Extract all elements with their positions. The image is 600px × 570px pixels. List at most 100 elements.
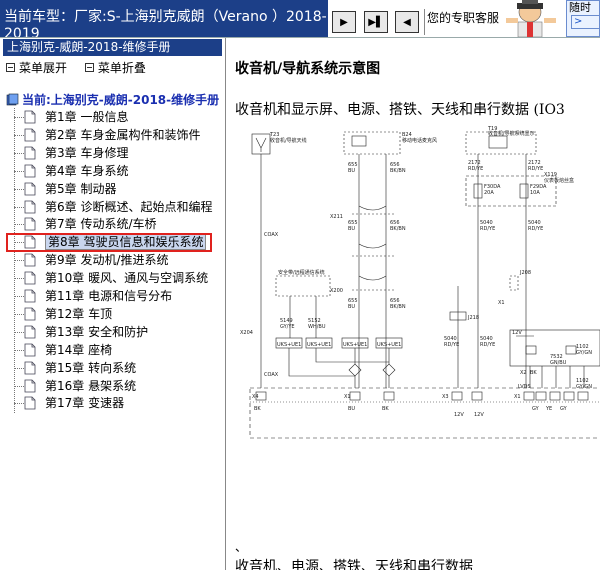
diagram-text-w656b-c: BK/BN <box>390 226 406 232</box>
fast-forward-icon: ▶▌ <box>368 16 384 28</box>
chapter-item[interactable]: 第2章 车身金属构件和装饰件 <box>14 126 200 144</box>
diagram-text-x1c: X1 <box>514 394 521 400</box>
tree-connector <box>14 260 24 262</box>
chapter-item[interactable]: 第17章 变速器 <box>14 394 124 412</box>
diagram-text-gy: GY <box>532 406 540 412</box>
chapter-label: 第17章 变速器 <box>45 396 125 411</box>
diagram-text-w655a-c: BU <box>348 168 355 174</box>
chapter-label: 第14章 座椅 <box>45 342 113 357</box>
play-right-icon: ▶ <box>340 16 348 28</box>
document-icon <box>24 325 36 339</box>
book-icon <box>6 93 19 106</box>
diagram-text-fuse-box: 安全带/远程通信系统 <box>278 269 325 276</box>
chapter-item[interactable]: 第3章 车身修理 <box>14 144 128 162</box>
document-icon <box>24 164 36 178</box>
tree-connector <box>14 385 24 387</box>
chapter-item[interactable]: 第6章 诊断概述、起始点和编程 <box>14 198 212 216</box>
tree-root[interactable]: 当前:上海别克-威朗-2018-维修手册 <box>6 91 219 108</box>
diagram-text-w7532-c: GN/BU <box>550 360 567 366</box>
diagram-text-x119-desc: 仪表板熔丝盒 <box>544 177 574 184</box>
prev-page-button[interactable]: ▶ <box>332 11 356 33</box>
chapter-item[interactable]: 第10章 暖风、通风与空调系统 <box>14 269 208 287</box>
document-icon <box>24 379 36 392</box>
diagram-text-w5152-c: WH/BU <box>308 324 326 330</box>
customer-service-text[interactable]: 您的专职客服 <box>424 9 503 35</box>
document-icon <box>24 396 36 410</box>
tree-toolbar: 菜单展开 菜单折叠 <box>6 59 160 76</box>
document-icon <box>24 361 36 374</box>
diagram-text-w5149-c: GY/YE <box>280 324 295 330</box>
chapter-item[interactable]: 第13章 安全和防护 <box>14 323 148 341</box>
diagram-text-x4: X4 <box>252 394 259 400</box>
mascot-image <box>506 0 556 37</box>
diagram-text-x2: X2 <box>520 370 527 376</box>
expand-menu-button[interactable]: 菜单展开 <box>6 59 67 76</box>
tree-connector <box>14 206 24 208</box>
diagram-text-w656a-c: BK/BN <box>390 168 406 174</box>
chapter-item[interactable]: 第12章 车顶 <box>14 305 112 323</box>
tree-connector <box>14 349 24 351</box>
chat-label: 随时 <box>569 1 591 14</box>
document-icon <box>24 271 36 285</box>
diagram-text-w2172b-c: RD/YE <box>528 166 543 172</box>
chapter-item[interactable]: 第9章 发动机/推进系统 <box>14 251 169 269</box>
chapter-label: 第16章 悬架系统 <box>45 378 137 393</box>
chapter-label: 第1章 一般信息 <box>45 110 129 124</box>
chapter-label: 第6章 诊断概述、起始点和编程 <box>45 199 213 214</box>
sidebar: 上海别克-威朗-2018-维修手册 菜单展开 菜单折叠 当前:上海别克-威朗-2… <box>0 38 226 570</box>
expand-icon <box>6 63 15 72</box>
diagram-text-w1102a-c: GY/GN <box>576 350 592 356</box>
chapter-label: 第2章 车身金属构件和装饰件 <box>45 127 201 142</box>
chapter-item[interactable]: 第1章 一般信息 <box>14 108 128 126</box>
diagram-text-w5040b-c: RD/YE <box>528 226 543 232</box>
chapter-item[interactable]: 第7章 传动系统/车桥 <box>14 215 157 233</box>
diagram-text-w655b-c: BU <box>348 226 355 232</box>
chapter-item[interactable]: 第4章 车身系统 <box>14 162 128 180</box>
diagram-text-v12a: 12V <box>512 330 522 336</box>
diagram-text-x1b: X1 <box>344 394 351 400</box>
tree-connector <box>14 170 24 172</box>
chat-widget[interactable]: 随时 > <box>566 0 600 37</box>
chat-open-button[interactable]: > <box>571 15 599 29</box>
collapse-label: 菜单折叠 <box>97 61 146 75</box>
diagram-text-j218: J218 <box>467 315 479 321</box>
document-icon <box>24 110 36 124</box>
diagram-text-t223-desc: 收音机/导航天线 <box>270 137 307 144</box>
chapter-item[interactable]: 第16章 悬架系统 <box>14 377 136 395</box>
collapse-menu-button[interactable]: 菜单折叠 <box>84 59 146 76</box>
diagram-text-uks2: UKS+UE1 <box>307 342 331 348</box>
diagram-text-ye: YE <box>545 406 552 412</box>
tree-connector <box>14 152 24 154</box>
diagram-text-bk1: BK <box>530 370 537 376</box>
diagram-text-w1102b-c: GY/GN <box>576 384 592 390</box>
diagram-text-coax: COAX <box>264 232 279 238</box>
tree-connector <box>14 134 24 136</box>
diagram-text-b24-desc: 移动电话麦克风 <box>402 137 437 144</box>
diagram-text-w5040a-c: RD/YE <box>480 226 495 232</box>
diagram-text-t19-desc: 收音机/导航系统显示 <box>488 130 535 137</box>
diagram-text-coax2: COAX <box>264 372 279 378</box>
tree-connector <box>14 296 24 297</box>
document-icon <box>24 289 36 303</box>
tree-connector <box>14 117 24 118</box>
chapter-label: 第11章 电源和信号分布 <box>45 289 173 303</box>
document-icon <box>24 200 36 213</box>
chapter-item[interactable]: 第14章 座椅 <box>14 341 112 359</box>
document-icon <box>24 343 36 357</box>
chapter-item[interactable]: 第11章 电源和信号分布 <box>14 287 172 305</box>
document-icon <box>24 146 36 160</box>
diagram-text-x204: X204 <box>240 330 253 336</box>
collapse-icon <box>84 63 94 72</box>
diagram-text-x3: X3 <box>442 394 449 400</box>
chapter-item[interactable]: 第15章 转向系统 <box>14 359 136 377</box>
tree-connector <box>14 278 24 280</box>
diagram-text-bk3: BK <box>382 406 389 412</box>
arrow-left-icon: ◀ <box>403 16 411 28</box>
chapter-item[interactable]: 第5章 制动器 <box>14 180 116 198</box>
diagram-text-w5040d-c: RD/YE <box>480 342 495 348</box>
chapter-label: 第12章 车顶 <box>45 306 113 321</box>
chapter-label: 第4章 车身系统 <box>45 163 129 178</box>
next-page-button[interactable]: ▶▌ <box>364 11 388 33</box>
car-model-label: 当前车型： <box>4 9 74 25</box>
back-button[interactable]: ◀ <box>395 11 419 33</box>
